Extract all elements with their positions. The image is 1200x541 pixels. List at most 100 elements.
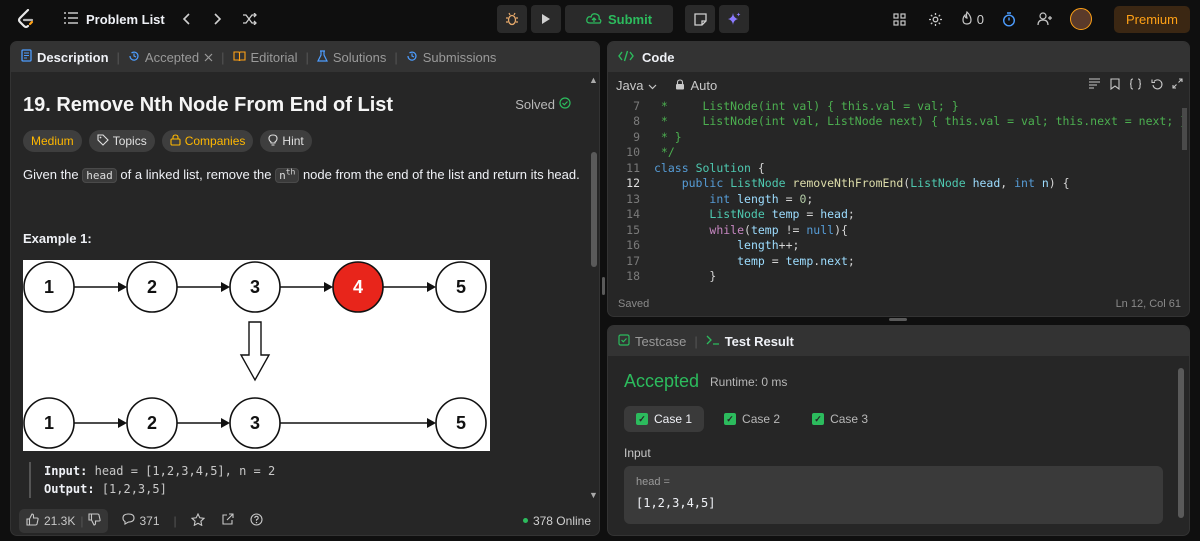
language-select[interactable]: Java [616, 78, 657, 93]
like-button[interactable]: 21.3K | [19, 508, 109, 533]
code-status-bar: Saved Ln 12, Col 61 [608, 292, 1189, 316]
case-tab-2[interactable]: ✓ Case 2 [712, 406, 792, 432]
cursor-position: Ln 12, Col 61 [1115, 298, 1181, 310]
prev-problem-chevron-left-icon[interactable] [175, 8, 197, 30]
code-tools [1088, 77, 1183, 93]
thumbs-down-icon[interactable] [88, 512, 102, 529]
problem-title[interactable]: 19. Remove Nth Node From End of List [23, 94, 393, 117]
debug-bug-icon[interactable] [497, 5, 527, 33]
horizontal-resize-handle[interactable] [889, 318, 907, 321]
share-icon[interactable] [221, 512, 234, 529]
case-tab-1[interactable]: ✓ Case 1 [624, 406, 705, 432]
flask-icon [316, 49, 328, 65]
like-count: 21.3K [44, 513, 76, 528]
chevron-down-icon [648, 78, 657, 93]
code-line[interactable]: 15 while(temp != null){ [608, 222, 1189, 238]
tab-test-result-label: Test Result [724, 333, 794, 349]
code-line[interactable]: 17 temp = temp.next; [608, 253, 1189, 269]
layout-grid-icon[interactable] [889, 8, 911, 30]
tab-submissions[interactable]: Submissions [406, 50, 496, 65]
ai-sparkle-icon[interactable] [719, 5, 749, 33]
expand-icon[interactable] [1172, 77, 1183, 93]
diagram-arrowhead [118, 418, 127, 428]
code-toolbar: Java Auto [608, 72, 1189, 98]
solved-label: Solved [515, 97, 555, 112]
avatar[interactable] [1069, 8, 1092, 30]
description-scrollbar[interactable] [591, 152, 597, 267]
check-icon: ✓ [812, 413, 825, 425]
notes-icon[interactable] [685, 5, 715, 33]
code-line[interactable]: 11 class Solution { [608, 160, 1189, 176]
tab-solutions[interactable]: Solutions [316, 49, 386, 65]
bookmark-icon[interactable] [1110, 77, 1120, 93]
timer-stopwatch-icon[interactable] [998, 8, 1020, 30]
code-text: * ListNode(int val, ListNode next) { thi… [654, 114, 1188, 129]
star-icon[interactable] [190, 512, 205, 529]
line-number: 13 [626, 191, 640, 206]
premium-button[interactable]: Premium [1113, 5, 1190, 33]
online-count: 378 Online [522, 514, 591, 528]
format-lines-icon[interactable] [1088, 77, 1101, 93]
code-title: Code [642, 49, 675, 65]
line-number: 10 [626, 145, 640, 160]
input-value: [1,2,3,4,5] [636, 496, 716, 510]
top-bar-left: Problem List [14, 0, 261, 38]
reset-undo-icon[interactable] [1151, 78, 1163, 93]
diagram-node-label: 3 [250, 277, 260, 297]
diagram-arrowhead [118, 282, 127, 292]
description-tabs: Description | Accepted | Editorial | Sol… [11, 42, 599, 72]
submit-button[interactable]: Submit [565, 5, 673, 33]
difficulty-badge: Medium [23, 130, 82, 152]
superscript-th: th [285, 167, 296, 177]
vertical-resize-handle[interactable] [602, 277, 605, 295]
shuffle-icon[interactable] [239, 8, 261, 30]
help-icon[interactable] [250, 512, 263, 529]
tab-test-result[interactable]: Test Result [706, 334, 794, 349]
tab-editorial[interactable]: Editorial [232, 50, 297, 65]
code-scrollbar[interactable] [1182, 108, 1187, 150]
code-line[interactable]: 8 * ListNode(int val, ListNode next) { t… [608, 114, 1189, 130]
close-icon[interactable] [204, 50, 213, 65]
code-line[interactable]: 16 length++; [608, 238, 1189, 254]
line-number: 18 [626, 269, 640, 284]
leetcode-logo-icon[interactable] [14, 7, 38, 31]
add-user-icon[interactable] [1034, 8, 1056, 30]
scroll-down-arrow[interactable]: ▼ [589, 490, 598, 500]
line-number: 8 [633, 114, 640, 129]
hint-tag[interactable]: Hint [260, 130, 312, 152]
lightbulb-icon [268, 133, 278, 149]
companies-tag[interactable]: Companies [161, 130, 254, 152]
tab-accepted[interactable]: Accepted [128, 50, 213, 65]
code-line[interactable]: 9 * } [608, 129, 1189, 145]
diagram-down-arrow [239, 321, 271, 382]
comments-button[interactable]: 371 [122, 513, 160, 528]
tab-testcase[interactable]: Testcase [618, 334, 686, 349]
line-number: 12 [626, 176, 640, 191]
problem-list-link[interactable]: Problem List [64, 12, 165, 27]
case-tab-3[interactable]: ✓ Case 3 [800, 406, 880, 432]
tab-divider: | [221, 49, 225, 65]
streak-counter[interactable]: 0 [961, 10, 984, 28]
settings-gear-icon[interactable] [925, 8, 947, 30]
code-line[interactable]: 10 */ [608, 145, 1189, 161]
code-line[interactable]: 12 public ListNode removeNthFromEnd(List… [608, 176, 1189, 192]
result-scrollbar[interactable] [1178, 368, 1184, 518]
autocomplete-mode[interactable]: Auto [675, 78, 717, 93]
code-text: int length = 0; [709, 191, 814, 206]
code-line[interactable]: 7 * ListNode(int val) { this.val = val; … [608, 98, 1189, 114]
tab-description[interactable]: Description [21, 49, 109, 65]
streak-count: 0 [976, 11, 984, 27]
run-play-icon[interactable] [531, 5, 561, 33]
scroll-up-arrow[interactable]: ▲ [589, 75, 598, 85]
diagram-arrowhead [221, 418, 230, 428]
code-line[interactable]: 18 } [608, 269, 1189, 285]
code-editor[interactable]: 7 * ListNode(int val) { this.val = val; … [608, 98, 1189, 286]
braces-icon[interactable] [1129, 77, 1142, 93]
next-problem-chevron-right-icon[interactable] [207, 8, 229, 30]
code-text: while(temp != null){ [709, 222, 848, 237]
tab-divider: | [116, 49, 120, 65]
code-text: length++; [737, 238, 800, 253]
code-line[interactable]: 13 int length = 0; [608, 191, 1189, 207]
code-line[interactable]: 14 ListNode temp = head; [608, 207, 1189, 223]
topics-tag[interactable]: Topics [88, 130, 155, 152]
